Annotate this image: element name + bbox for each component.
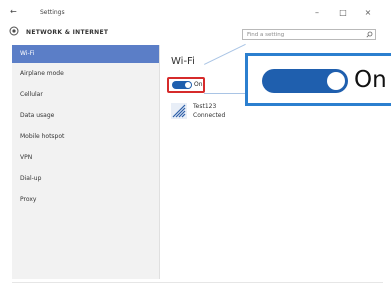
zoom-callout: On <box>245 53 391 106</box>
wifi-icon <box>171 103 187 119</box>
wifi-toggle-label: On <box>194 81 203 88</box>
wifi-toggle[interactable] <box>172 81 192 89</box>
zoomed-toggle-label: On <box>354 67 387 93</box>
back-arrow-icon[interactable]: ← <box>10 8 18 16</box>
sidebar-item-data-usage[interactable]: Data usage <box>12 107 159 125</box>
search-icon[interactable] <box>366 31 373 38</box>
sidebar-item-mobile-hotspot[interactable]: Mobile hotspot <box>12 128 159 146</box>
sidebar-item-wifi[interactable]: Wi-Fi <box>12 45 159 63</box>
search-placeholder: Find a setting <box>247 32 285 38</box>
network-name: Test123 <box>193 103 217 110</box>
zoomed-toggle-knob <box>327 72 345 90</box>
page-title: Wi-Fi <box>171 56 195 67</box>
zoomed-toggle <box>262 69 348 93</box>
title-bar: ← Settings – □ × <box>4 4 387 21</box>
sidebar-item-airplane-mode[interactable]: Airplane mode <box>12 65 159 83</box>
sidebar-item-vpn[interactable]: VPN <box>12 149 159 167</box>
wifi-toggle-highlight: On <box>167 77 205 93</box>
sidebar-item-dial-up[interactable]: Dial-up <box>12 170 159 188</box>
sidebar: Wi-Fi Airplane mode Cellular Data usage … <box>12 45 160 279</box>
network-item[interactable]: Test123 Connected <box>171 103 251 123</box>
section-title: NETWORK & INTERNET <box>26 29 109 36</box>
header: NETWORK & INTERNET Find a setting <box>4 21 387 43</box>
gear-icon <box>9 26 19 36</box>
sidebar-item-proxy[interactable]: Proxy <box>12 191 159 209</box>
minimize-button[interactable]: – <box>312 8 322 17</box>
divider <box>12 282 383 283</box>
close-button[interactable]: × <box>363 8 373 17</box>
sidebar-item-cellular[interactable]: Cellular <box>12 86 159 104</box>
window-title: Settings <box>40 9 65 16</box>
callout-line-bottom <box>204 93 250 94</box>
search-input[interactable]: Find a setting <box>242 29 376 40</box>
toggle-knob <box>185 82 191 88</box>
maximize-button[interactable]: □ <box>338 8 348 17</box>
network-status: Connected <box>193 112 226 119</box>
